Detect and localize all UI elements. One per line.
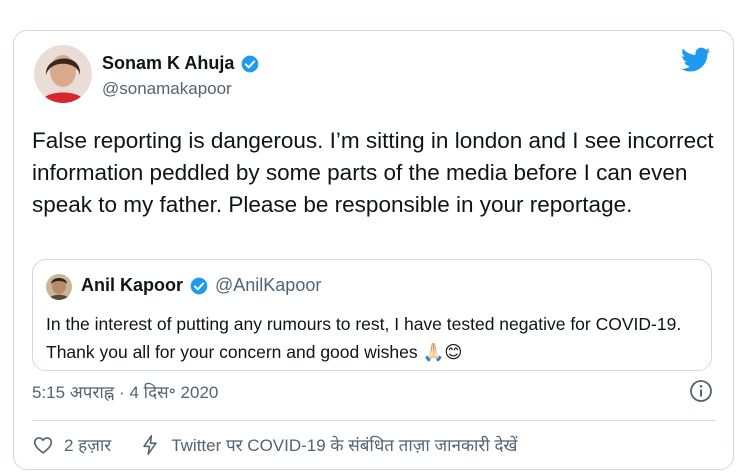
- quoted-tweet-text: In the interest of putting any rumours t…: [46, 314, 682, 362]
- quoted-tweet[interactable]: Anil Kapoor @AnilKapoor In the interest …: [32, 259, 712, 371]
- quoted-display-name[interactable]: Anil Kapoor: [81, 275, 183, 296]
- author-avatar[interactable]: [34, 45, 92, 103]
- verified-badge-icon: [242, 55, 259, 72]
- tweet-card[interactable]: Sonam K Ahuja @sonamakapoor False report…: [13, 30, 734, 470]
- quoted-author-row: Anil Kapoor @AnilKapoor: [81, 275, 321, 296]
- tweet-timestamp[interactable]: 5:15 अपराह्न · 4 दिस॰ 2020: [32, 380, 218, 403]
- quoted-handle[interactable]: @AnilKapoor: [215, 275, 321, 296]
- twitter-bird-icon[interactable]: [681, 47, 711, 73]
- covid-info-link[interactable]: Twitter पर COVID-19 के संबंधित ताज़ा जान…: [139, 433, 517, 456]
- author-handle[interactable]: @sonamakapoor: [102, 79, 232, 99]
- author-display-name[interactable]: Sonam K Ahuja: [102, 53, 234, 74]
- tweet-text: False reporting is dangerous. I’m sittin…: [32, 128, 720, 217]
- lightning-icon: [143, 434, 157, 455]
- divider: [32, 420, 715, 421]
- like-count: 2 हज़ार: [64, 436, 112, 455]
- heart-icon: [33, 436, 53, 454]
- tweet-actions: 2 हज़ार Twitter पर COVID-19 के संबंधित त…: [32, 433, 545, 456]
- verified-badge-icon: [190, 277, 208, 294]
- like-button[interactable]: 2 हज़ार: [32, 433, 111, 456]
- quoted-author-avatar[interactable]: [46, 274, 72, 300]
- covid-info-text: Twitter पर COVID-19 के संबंधित ताज़ा जान…: [171, 436, 518, 455]
- info-icon[interactable]: [689, 379, 713, 403]
- author-name-row: Sonam K Ahuja: [102, 53, 260, 74]
